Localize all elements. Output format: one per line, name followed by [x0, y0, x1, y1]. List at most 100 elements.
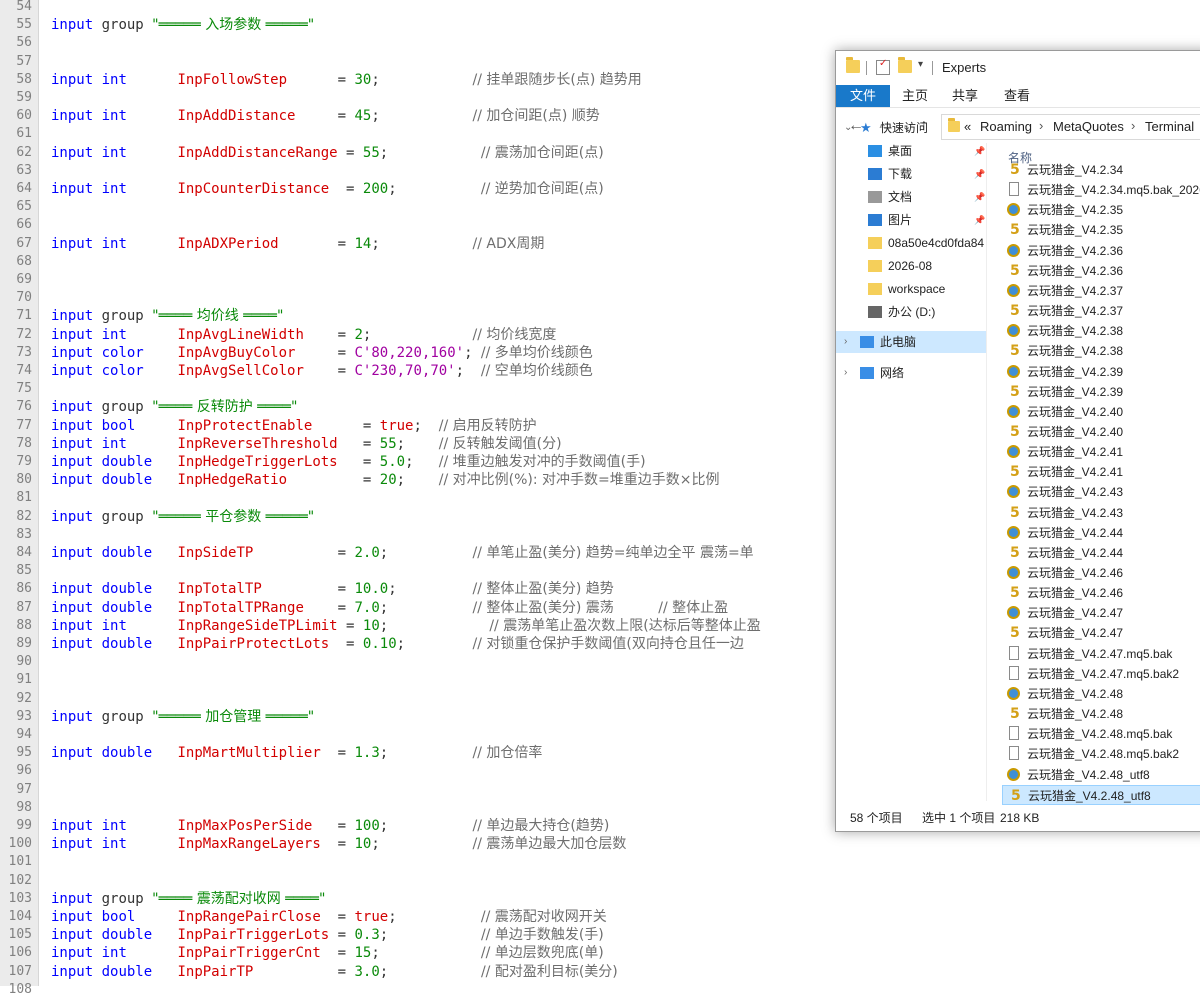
nav-item[interactable]: 08a50e4cd0fda84 [836, 232, 986, 254]
mq5-source-icon: 5 [1010, 303, 1020, 320]
code-line[interactable]: input int InpPairTriggerCnt = 15; // 单边层… [51, 944, 604, 962]
nav-item[interactable]: 下载 📌 [836, 163, 986, 185]
file-row[interactable]: 5 云玩猎金_V4.2.36 [1002, 261, 1200, 281]
tab-file[interactable]: 文件 [836, 85, 890, 107]
mq5-source-icon: 5 [1010, 504, 1020, 521]
file-row[interactable]: 云玩猎金_V4.2.37 [1002, 281, 1200, 301]
file-row[interactable]: 云玩猎金_V4.2.35 [1002, 200, 1200, 220]
code-line[interactable]: input int InpADXPeriod = 14; // ADX周期 [51, 235, 544, 253]
code-line[interactable]: input double InpPairTriggerLots = 0.3; /… [51, 926, 604, 944]
code-line[interactable]: input color InpAvgBuyColor = C'80,220,16… [51, 344, 593, 362]
properties-icon[interactable]: ✓ [876, 58, 890, 75]
file-row[interactable]: 5 云玩猎金_V4.2.44 [1002, 543, 1200, 563]
code-token: C'230,70,70' [354, 363, 456, 379]
quick-access-dropdown-icon[interactable]: ▾ [918, 59, 923, 70]
code-line[interactable]: input color InpAvgSellColor = C'230,70,7… [51, 362, 593, 380]
nav-item[interactable]: › 此电脑 [836, 331, 986, 353]
file-row[interactable]: 云玩猎金_V4.2.34.mq5.bak_2026 [1002, 180, 1200, 200]
file-row[interactable]: 云玩猎金_V4.2.46 [1002, 563, 1200, 583]
expand-chevron-icon[interactable]: › [844, 362, 847, 384]
file-row[interactable]: 云玩猎金_V4.2.48_utf8 [1002, 765, 1200, 785]
code-line[interactable]: input double InpPairProtectLots = 0.10; … [51, 635, 744, 653]
code-line[interactable]: input int InpAddDistance = 45; // 加仓间距(点… [51, 107, 600, 125]
file-row[interactable]: 云玩猎金_V4.2.47.mq5.bak2 [1002, 664, 1200, 684]
file-row[interactable]: 云玩猎金_V4.2.41 [1002, 442, 1200, 462]
file-row[interactable]: 5 云玩猎金_V4.2.37 [1002, 301, 1200, 321]
nav-item[interactable]: 文档 📌 [836, 186, 986, 208]
file-row[interactable]: 云玩猎金_V4.2.36 [1002, 241, 1200, 261]
file-row[interactable]: 云玩猎金_V4.2.47.mq5.bak [1002, 644, 1200, 664]
code-line[interactable]: input bool InpRangePairClose = true; // … [51, 908, 607, 926]
code-line[interactable]: input double InpHedgeTriggerLots = 5.0; … [51, 453, 646, 471]
file-row[interactable]: 云玩猎金_V4.2.48.mq5.bak2 [1002, 744, 1200, 764]
file-row[interactable]: 5 云玩猎金_V4.2.48 [1002, 704, 1200, 724]
code-line[interactable]: input double InpMartMultiplier = 1.3; //… [51, 744, 542, 762]
file-name: 云玩猎金_V4.2.37 [1027, 283, 1124, 298]
pane-divider[interactable] [986, 143, 987, 801]
code-line[interactable]: input int InpReverseThreshold = 55; // 反… [51, 435, 562, 453]
code-line[interactable]: input group "═════ 加仓管理 ═════" [51, 708, 314, 726]
file-row[interactable]: 5 云玩猎金_V4.2.48_utf8 [1002, 784, 1200, 805]
file-row[interactable]: 云玩猎金_V4.2.44 [1002, 523, 1200, 543]
new-folder-icon[interactable] [898, 57, 912, 73]
code-line[interactable]: input int InpAddDistanceRange = 55; // 震… [51, 144, 604, 162]
code-line[interactable]: input double InpHedgeRatio = 20; // 对冲比例… [51, 471, 720, 489]
file-row[interactable]: 云玩猎金_V4.2.40 [1002, 402, 1200, 422]
code-line[interactable]: input double InpTotalTP = 10.0; // 整体止盈(… [51, 580, 614, 598]
file-row[interactable]: 云玩猎金_V4.2.47 [1002, 603, 1200, 623]
nav-item[interactable]: 图片 📌 [836, 209, 986, 231]
file-row[interactable]: 5 云玩猎金_V4.2.41 [1002, 462, 1200, 482]
breadcrumb-metaquotes[interactable]: MetaQuotes [1053, 119, 1124, 134]
breadcrumb-terminal[interactable]: Terminal [1145, 119, 1194, 134]
nav-item[interactable]: › 网络 [836, 362, 986, 384]
file-row[interactable]: 5 云玩猎金_V4.2.35 [1002, 220, 1200, 240]
file-row[interactable]: 5 云玩猎金_V4.2.39 [1002, 382, 1200, 402]
file-row[interactable]: 云玩猎金_V4.2.48.mq5.bak [1002, 724, 1200, 744]
code-line[interactable]: input int InpFollowStep = 30; // 挂单跟随步长(… [51, 71, 642, 89]
code-line[interactable]: input int InpMaxPosPerSide = 100; // 单边最… [51, 817, 609, 835]
tab-view[interactable]: 查看 [994, 85, 1040, 107]
code-line[interactable]: input group "════ 均价线 ════" [51, 307, 283, 325]
code-line[interactable]: input int InpRangeSideTPLimit = 10; // 震… [51, 617, 761, 635]
code-token: input [51, 344, 94, 361]
file-explorer-window[interactable]: ✓ ▾ Experts 文件 主页 共享 查看 ← → ⌄ ↑ « Roamin… [835, 50, 1200, 832]
code-line[interactable]: input group "════ 震荡配对收网 ════" [51, 890, 325, 908]
tab-share[interactable]: 共享 [942, 85, 988, 107]
line-number: 108 [8, 981, 32, 997]
code-token: input [51, 108, 94, 125]
code-token: InpFollowStep [177, 71, 288, 88]
code-line[interactable]: input int InpAvgLineWidth = 2; // 均价线宽度 [51, 326, 556, 344]
code-line[interactable]: input group "════ 反转防护 ════" [51, 398, 297, 416]
nav-item[interactable]: workspace [836, 278, 986, 300]
nav-item[interactable]: 桌面 📌 [836, 140, 986, 162]
file-row[interactable]: 云玩猎金_V4.2.38 [1002, 321, 1200, 341]
code-line[interactable]: input int InpMaxRangeLayers = 10; // 震荡单… [51, 835, 626, 853]
code-line[interactable]: input group "═════ 平仓参数 ═════" [51, 508, 314, 526]
file-row[interactable]: 5 云玩猎金_V4.2.40 [1002, 422, 1200, 442]
generic-file-icon [1009, 645, 1019, 660]
file-row[interactable]: 5 云玩猎金_V4.2.43 [1002, 503, 1200, 523]
nav-item[interactable]: 2026-08 [836, 255, 986, 277]
breadcrumb-roaming[interactable]: Roaming [980, 119, 1032, 134]
code-line[interactable]: input bool InpProtectEnable = true; // 启… [51, 417, 537, 435]
nav-item[interactable]: 办公 (D:) [836, 301, 986, 323]
expand-chevron-icon[interactable]: › [844, 331, 847, 353]
code-line[interactable]: input double InpTotalTPRange = 7.0; // 整… [51, 599, 728, 617]
file-row[interactable]: 云玩猎金_V4.2.48 [1002, 684, 1200, 704]
expand-chevron-icon[interactable]: ⌄ [844, 117, 852, 139]
tab-home[interactable]: 主页 [892, 85, 938, 107]
code-line[interactable]: input group "═════ 入场参数 ═════" [51, 16, 314, 34]
code-line[interactable]: input double InpSideTP = 2.0; // 单笔止盈(美分… [51, 544, 754, 562]
file-row[interactable]: 云玩猎金_V4.2.43 [1002, 482, 1200, 502]
code-token: // 配对盈利目标(美分) [480, 963, 618, 980]
code-line[interactable]: input double InpPairTP = 3.0; // 配对盈利目标(… [51, 963, 618, 981]
file-row[interactable]: 5 云玩猎金_V4.2.47 [1002, 623, 1200, 643]
file-row[interactable]: 5 云玩猎金_V4.2.34 [1002, 160, 1200, 180]
file-row[interactable]: 5 云玩猎金_V4.2.46 [1002, 583, 1200, 603]
nav-item[interactable]: ⌄ ★ 快速访问 [836, 117, 986, 139]
file-row[interactable]: 云玩猎金_V4.2.39 [1002, 362, 1200, 382]
code-line[interactable]: input int InpCounterDistance = 200; // 逆… [51, 180, 604, 198]
file-row[interactable]: 5 云玩猎金_V4.2.38 [1002, 341, 1200, 361]
